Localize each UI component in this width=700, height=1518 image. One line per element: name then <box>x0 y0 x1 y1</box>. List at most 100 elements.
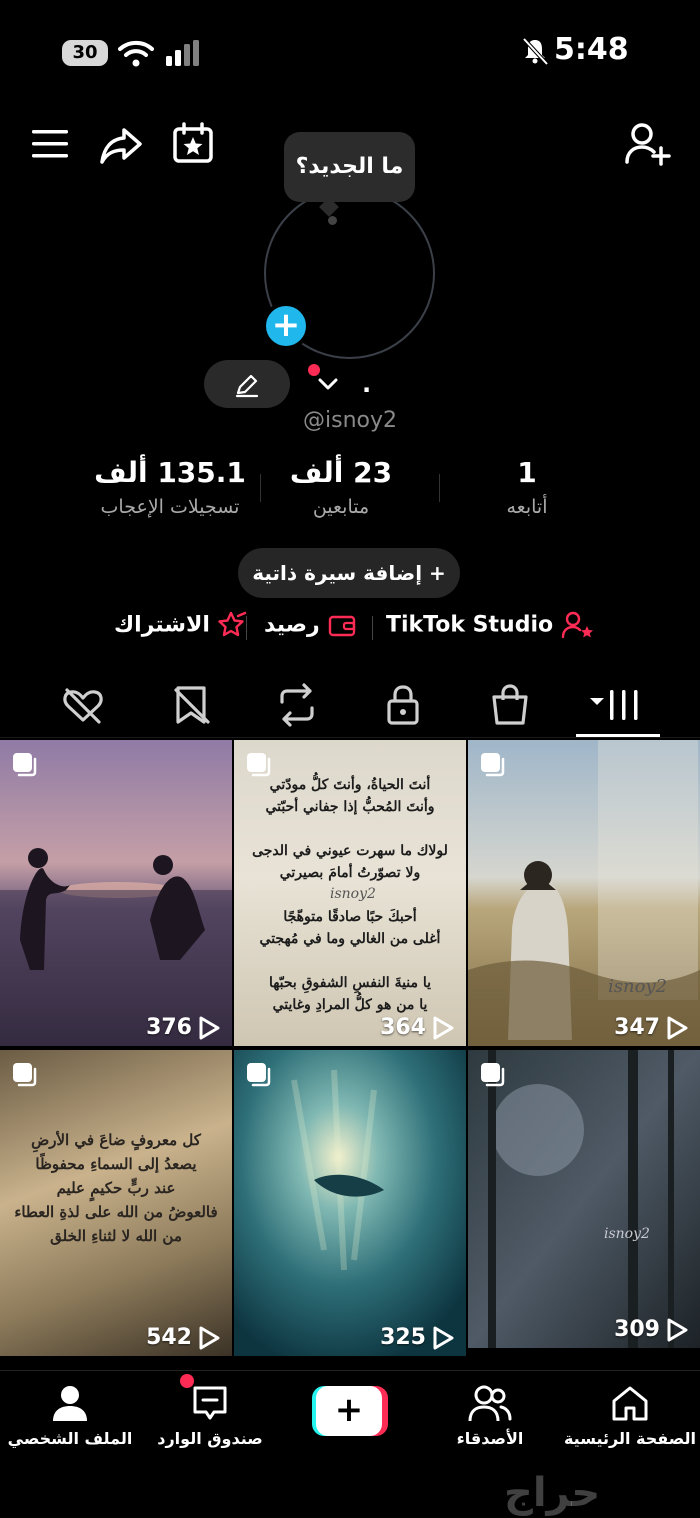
profile-icon <box>53 1386 87 1421</box>
subscription-link[interactable]: الاشتراك <box>114 610 248 646</box>
video-thumbnail[interactable]: 325 <box>234 1050 466 1356</box>
home-icon <box>612 1386 648 1421</box>
tab-private-lock-icon[interactable] <box>378 680 428 730</box>
watermark: isnoy2 <box>608 976 668 997</box>
view-count: 309 <box>614 1317 688 1342</box>
clock: 5:48 <box>554 32 629 67</box>
view-count: 376 <box>146 1015 220 1040</box>
nav-profile-label: الملف الشخصي <box>7 1429 133 1448</box>
create-button[interactable]: + <box>312 1386 388 1436</box>
play-icon <box>433 1016 454 1040</box>
create-plus-icon: + <box>316 1386 382 1436</box>
followers-stat[interactable]: 23 ألف متابعين <box>241 456 441 518</box>
following-count: 1 <box>517 456 537 489</box>
battery-indicator: 30 <box>62 40 108 66</box>
active-tab-indicator <box>576 734 660 737</box>
sunset-sea-thumbnail-image <box>0 740 232 1046</box>
creator-user-icon <box>561 611 593 639</box>
content-tabs <box>0 670 700 738</box>
add-friend-icon[interactable] <box>624 120 672 168</box>
play-icon <box>667 1016 688 1040</box>
nav-friends-label: الأصدقاء <box>456 1429 524 1448</box>
nav-friends[interactable]: الأصدقاء <box>420 1383 560 1448</box>
tab-videos-grid-icon[interactable] <box>588 680 648 730</box>
followers-label: متابعين <box>312 496 370 518</box>
status-bar: 30 5:48 <box>0 0 700 100</box>
tab-liked-hidden-icon[interactable] <box>58 680 108 730</box>
cellular-signal-icon <box>166 40 199 66</box>
username-handle: @isnoy2 <box>303 408 397 433</box>
display-name: . <box>362 370 372 398</box>
inbox-icon <box>193 1386 227 1420</box>
tab-favorites-icon[interactable] <box>168 680 218 730</box>
wallet-icon <box>329 615 356 637</box>
view-count: 325 <box>380 1325 454 1350</box>
video-thumbnail[interactable]: أنتَ الحياةُ، وأنتَ كلُّ مودّتي وأنتَ ال… <box>234 740 466 1046</box>
whats-new-tooltip[interactable]: ما الجديد؟ <box>284 132 415 202</box>
multi-image-icon <box>481 1063 505 1087</box>
video-thumbnail[interactable]: 376 <box>0 740 232 1046</box>
view-count-value: 325 <box>380 1325 426 1350</box>
wifi-icon <box>118 40 154 67</box>
play-icon <box>199 1016 220 1040</box>
multi-image-icon <box>13 753 37 777</box>
video-thumbnail[interactable]: isnoy2 347 <box>468 740 700 1046</box>
tiktok-studio-link[interactable]: TikTok Studio <box>386 610 595 646</box>
play-icon <box>199 1326 220 1350</box>
likes-label: تسجيلات الإعجاب <box>100 496 240 518</box>
video-thumbnail[interactable]: isnoy2 309 <box>468 1050 700 1348</box>
dark-forest-thumbnail-image <box>468 1050 700 1348</box>
play-icon <box>667 1318 688 1342</box>
view-count: 347 <box>614 1015 688 1040</box>
nav-home[interactable]: الصفحة الرئيسية <box>560 1383 700 1448</box>
edit-profile-button[interactable] <box>204 360 290 408</box>
multi-image-icon <box>13 1063 37 1087</box>
inbox-notification-dot <box>180 1374 194 1388</box>
watermark: isnoy2 <box>330 886 376 902</box>
pencil-icon <box>235 374 259 398</box>
link-divider <box>372 616 373 640</box>
view-count-value: 376 <box>146 1015 192 1040</box>
tab-reposts-icon[interactable] <box>272 680 322 730</box>
view-count-value: 309 <box>614 1317 660 1342</box>
friends-icon <box>468 1385 512 1422</box>
view-count-value: 542 <box>146 1325 192 1350</box>
view-count: 364 <box>380 1015 454 1040</box>
nav-inbox[interactable]: صندوق الوارد <box>140 1383 280 1448</box>
add-story-button[interactable]: + <box>262 302 310 350</box>
view-count: 542 <box>146 1325 220 1350</box>
following-stat[interactable]: 1 أتابعه <box>427 456 627 518</box>
studio-label: TikTok Studio <box>386 612 554 638</box>
watermark: isnoy2 <box>604 1226 650 1242</box>
nav-profile[interactable]: الملف الشخصي <box>0 1383 140 1448</box>
multi-image-icon <box>247 753 271 777</box>
chevron-down-icon[interactable] <box>316 372 340 396</box>
subscription-star-icon <box>217 611 246 637</box>
link-divider <box>246 616 247 640</box>
tooltip-dot <box>328 216 337 225</box>
site-watermark: حراج <box>504 1470 601 1516</box>
share-icon[interactable] <box>98 122 144 168</box>
subscription-label: الاشتراك <box>114 612 210 638</box>
nav-home-label: الصفحة الرئيسية <box>563 1429 697 1448</box>
view-count-value: 347 <box>614 1015 660 1040</box>
menu-icon[interactable] <box>30 124 70 164</box>
quote-caption: كل معروفٍ ضاعَ في الأرضِ يصعدُ إلى السما… <box>14 1131 218 1245</box>
balance-label: رصيد <box>264 612 320 638</box>
silent-mode-icon <box>522 37 549 66</box>
likes-stat[interactable]: 135.1 ألف تسجيلات الإعجاب <box>70 456 270 518</box>
balance-link[interactable]: رصيد <box>264 610 357 646</box>
underwater-thumbnail-image <box>234 1050 466 1356</box>
multi-image-icon <box>481 753 505 777</box>
multi-image-icon <box>247 1063 271 1087</box>
play-icon <box>433 1326 454 1350</box>
view-count-value: 364 <box>380 1015 426 1040</box>
tab-shop-bag-icon[interactable] <box>485 680 535 730</box>
video-thumbnail[interactable]: كل معروفٍ ضاعَ في الأرضِ يصعدُ إلى السما… <box>0 1050 232 1356</box>
likes-count: 135.1 ألف <box>94 456 246 489</box>
wheat-field-thumbnail-image <box>468 740 700 1046</box>
add-bio-button[interactable]: + إضافة سيرة ذاتية <box>238 548 460 598</box>
followers-count: 23 ألف <box>289 456 393 489</box>
following-label: أتابعه <box>506 496 548 518</box>
calendar-star-icon[interactable] <box>170 120 216 166</box>
